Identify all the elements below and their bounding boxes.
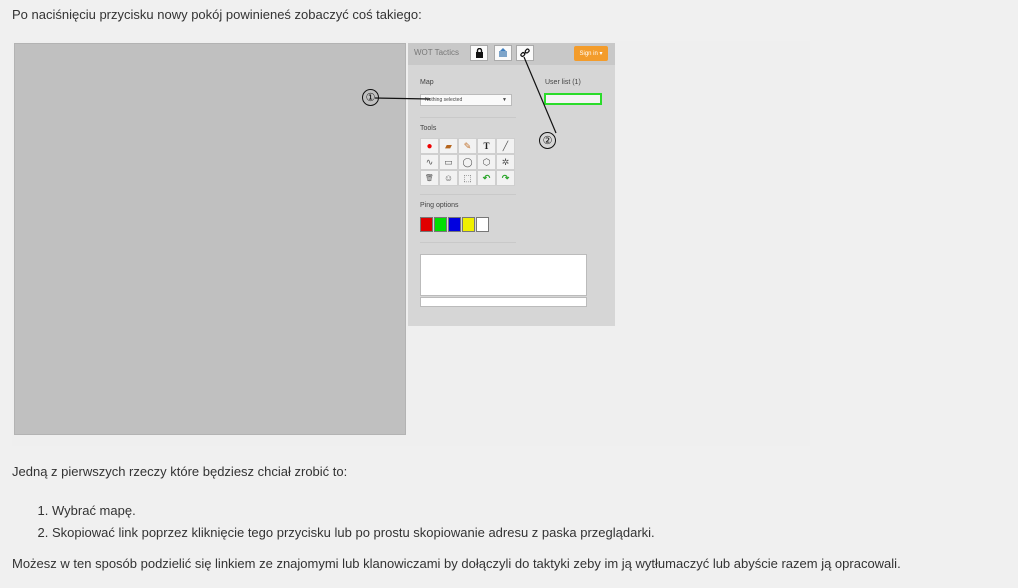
callout-lines [374,56,557,134]
callout-2: ② [539,132,556,149]
steps-list: Wybrać mapę. Skopiować link poprzez klik… [12,500,655,544]
list-item: Wybrać mapę. [52,500,655,522]
first-steps-text: Jedną z pierwszych rzeczy które będziesz… [12,464,348,479]
app-screenshot: WOT Tactics Sign in ▾ Map Nothing select… [12,41,810,446]
intro-text: Po naciśnięciu przycisku nowy pokój powi… [12,7,422,22]
closing-text: Możesz w ten sposób podzielić się linkie… [12,556,901,571]
callout-1-line [374,97,431,100]
callout-1: ① [362,89,379,106]
list-item: Skopiować link poprzez kliknięcie tego p… [52,522,655,544]
callout-2-line [523,56,557,134]
